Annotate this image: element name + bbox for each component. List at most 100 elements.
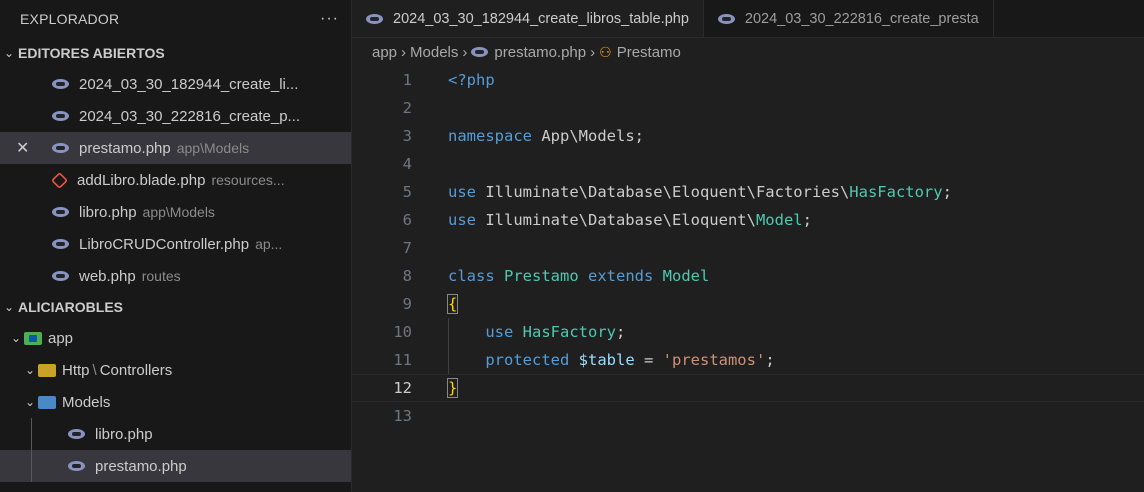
line-number: 12: [393, 379, 412, 397]
code-keyword: use: [485, 323, 514, 341]
code-keyword: namespace: [448, 127, 532, 145]
line-number: 11: [393, 351, 412, 369]
php-icon: [717, 13, 735, 24]
breadcrumb-item[interactable]: prestamo.php: [494, 44, 586, 61]
explorer-title: EXPLORADOR: [20, 11, 120, 27]
php-icon: [52, 207, 69, 217]
php-icon: [52, 111, 69, 121]
open-editor-path: resources...: [211, 172, 285, 188]
code-line: 1 <?php: [352, 66, 1144, 94]
path-separator: \: [92, 361, 97, 379]
open-editor-label: libro.php: [79, 203, 137, 221]
code-keyword: class: [448, 267, 495, 285]
tree-folder-label: Controllers: [99, 361, 173, 379]
editor-tab[interactable]: 2024_03_30_222816_create_presta: [703, 0, 994, 37]
open-editor-path: ap...: [255, 236, 283, 252]
code-type: HasFactory: [513, 323, 616, 341]
open-editor-item-active[interactable]: ✕ prestamo.php app\Models: [0, 132, 351, 164]
code-line: 9 {: [352, 290, 1144, 318]
chevron-right-icon: ›: [590, 43, 596, 61]
code-line: 7: [352, 234, 1144, 262]
tree-file-libro[interactable]: libro.php: [0, 418, 351, 450]
code-line: 8 class Prestamo extends Model: [352, 262, 1144, 290]
code-text: ;: [802, 211, 812, 229]
code-text: App\Models;: [532, 127, 644, 145]
open-editor-label: addLibro.blade.php: [77, 171, 206, 189]
open-editors-title: EDITORES ABIERTOS: [18, 45, 165, 61]
editor-tabs: 2024_03_30_182944_create_libros_table.ph…: [352, 0, 1144, 38]
open-editor-item[interactable]: libro.php app\Models: [0, 196, 351, 228]
more-actions-button[interactable]: ···: [320, 10, 339, 28]
indent-guide: [448, 318, 449, 346]
folder-app-icon: [24, 331, 42, 345]
project-section[interactable]: ⌄ ALICIAROBLES: [0, 292, 351, 322]
close-icon[interactable]: ✕: [16, 138, 29, 158]
code-text: ;: [615, 323, 626, 341]
code-text: Illuminate\Database\Eloquent\: [476, 211, 756, 229]
breadcrumb-item[interactable]: Models: [410, 44, 458, 61]
breadcrumb-item[interactable]: Prestamo: [617, 44, 681, 61]
tree-file-prestamo[interactable]: prestamo.php: [0, 450, 351, 482]
code-type: Prestamo: [494, 267, 579, 285]
code-keyword: protected: [485, 351, 570, 369]
code-type: Model: [755, 211, 803, 229]
line-number: 13: [393, 407, 412, 425]
tree-folder-app[interactable]: ⌄ app: [0, 322, 351, 354]
line-number: 9: [402, 295, 412, 313]
open-editor-path: app\Models: [176, 140, 250, 156]
code-text: =: [634, 351, 663, 369]
chevron-down-icon: ⌄: [4, 300, 15, 314]
tree-folder-http-controllers[interactable]: ⌄ Http \ Controllers: [0, 354, 351, 386]
php-icon: [471, 47, 489, 57]
chevron-right-icon: ›: [462, 43, 468, 61]
code-keyword: extends: [578, 267, 654, 285]
line-number: 10: [393, 323, 412, 341]
open-editor-item[interactable]: addLibro.blade.php resources...: [0, 164, 351, 196]
code-line: 5 use Illuminate\Database\Eloquent\Facto…: [352, 178, 1144, 206]
open-editors-section[interactable]: ⌄ EDITORES ABIERTOS: [0, 38, 351, 68]
php-icon: [52, 271, 69, 281]
chevron-down-icon: ⌄: [24, 363, 36, 377]
code-keyword: use: [448, 183, 476, 201]
php-icon: [52, 79, 69, 89]
tree-folder-label: Http: [62, 361, 90, 379]
line-number: 6: [402, 211, 412, 229]
open-editor-item[interactable]: 2024_03_30_182944_create_li...: [0, 68, 351, 100]
editor-area: 2024_03_30_182944_create_libros_table.ph…: [352, 0, 1144, 492]
chevron-right-icon: ›: [401, 43, 407, 61]
php-icon: [366, 13, 383, 24]
code-keyword: use: [448, 211, 476, 229]
open-editor-path: app\Models: [142, 204, 215, 220]
line-number: 5: [402, 183, 412, 201]
tree-file-label: libro.php: [95, 425, 153, 443]
matched-brace: }: [446, 378, 459, 398]
folder-http-icon: [38, 363, 56, 377]
code-text: <?php: [448, 71, 495, 89]
open-editor-item[interactable]: LibroCRUDController.php ap...: [0, 228, 351, 260]
indent-guide: [448, 346, 449, 374]
line-number: 8: [402, 267, 412, 285]
chevron-down-icon: ⌄: [4, 46, 15, 60]
tree-folder-models[interactable]: ⌄ Models: [0, 386, 351, 418]
code-line: 4: [352, 150, 1144, 178]
open-editor-item[interactable]: 2024_03_30_222816_create_p...: [0, 100, 351, 132]
code-line: 3 namespace App\Models;: [352, 122, 1144, 150]
open-editor-item[interactable]: web.php routes: [0, 260, 351, 292]
code-variable: $table: [569, 351, 635, 369]
code-line-current: 12 }: [352, 374, 1144, 402]
tab-label: 2024_03_30_182944_create_libros_table.ph…: [393, 10, 689, 27]
editor-tab[interactable]: 2024_03_30_182944_create_libros_table.ph…: [352, 0, 704, 37]
breadcrumb: app › Models › prestamo.php › ⚇ Prestamo: [352, 38, 1144, 66]
php-icon: [52, 143, 69, 153]
code-line: 6 use Illuminate\Database\Eloquent\Model…: [352, 206, 1144, 234]
explorer-header: EXPLORADOR ···: [0, 0, 351, 38]
open-editor-label: LibroCRUDController.php: [79, 235, 250, 253]
line-number: 7: [402, 239, 412, 257]
breadcrumb-item[interactable]: app: [372, 44, 397, 61]
code-editor[interactable]: 1 <?php 2 3 namespace App\Models; 4 5 us…: [352, 66, 1144, 430]
code-string: 'prestamos': [662, 351, 766, 369]
code-text: Illuminate\Database\Eloquent\Factories\: [476, 183, 850, 201]
open-editor-label: web.php: [79, 267, 136, 285]
code-line: 2: [352, 94, 1144, 122]
open-editor-label: prestamo.php: [79, 139, 171, 157]
